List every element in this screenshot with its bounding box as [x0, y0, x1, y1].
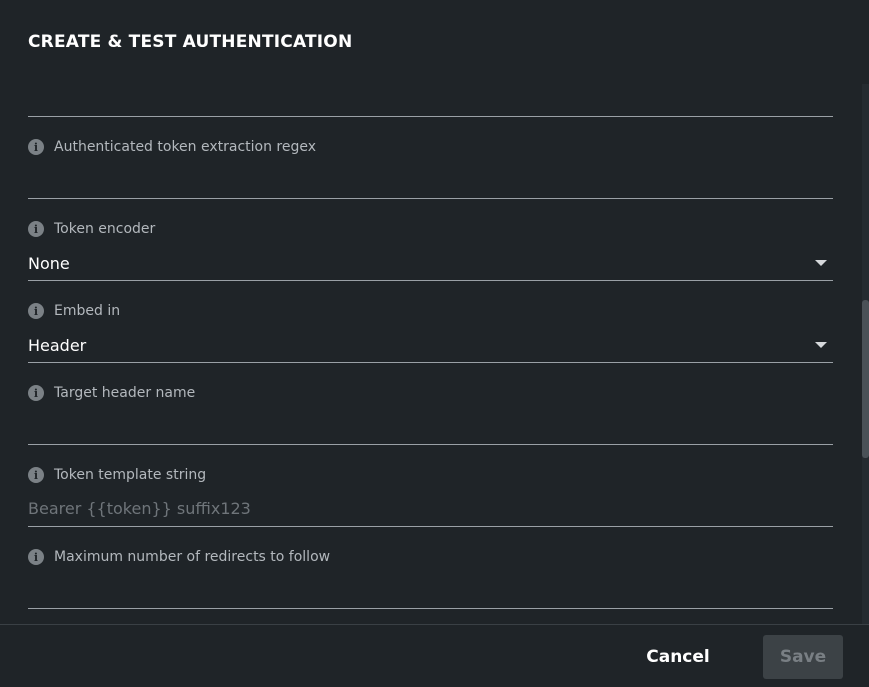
token-template-label: i Token template string	[28, 467, 206, 483]
embed-in-select[interactable]: Header	[28, 336, 86, 355]
info-icon[interactable]: i	[28, 385, 44, 401]
target-header-label: i Target header name	[28, 385, 195, 401]
info-icon[interactable]: i	[28, 221, 44, 237]
token-encoder-underline	[28, 280, 833, 281]
max-redirects-input[interactable]	[28, 580, 833, 606]
token-encoder-label-text: Token encoder	[54, 221, 156, 237]
embed-in-underline	[28, 362, 833, 363]
dialog-footer	[0, 624, 869, 687]
max-redirects-label: i Maximum number of redirects to follow	[28, 549, 330, 565]
info-icon[interactable]: i	[28, 303, 44, 319]
token-template-input[interactable]: Bearer {{token}} suffix123	[28, 499, 251, 518]
token-encoder-select[interactable]: None	[28, 254, 70, 273]
max-redirects-underline	[28, 608, 833, 609]
scrollbar-thumb[interactable]	[862, 300, 869, 458]
previous-field-underline	[28, 116, 833, 117]
form-scroll-area[interactable]: CREATE & TEST AUTHENTICATION i Authentic…	[0, 0, 869, 624]
token-regex-underline	[28, 198, 833, 199]
chevron-down-icon[interactable]	[815, 260, 827, 266]
chevron-down-icon[interactable]	[815, 342, 827, 348]
dialog-title: CREATE & TEST AUTHENTICATION	[28, 32, 353, 52]
embed-in-label: i Embed in	[28, 303, 120, 319]
target-header-label-text: Target header name	[54, 385, 196, 401]
info-icon[interactable]: i	[28, 139, 44, 155]
save-button[interactable]: Save	[763, 635, 843, 679]
target-header-underline	[28, 444, 833, 445]
token-regex-label: i Authenticated token extraction regex	[28, 139, 316, 155]
target-header-input[interactable]	[28, 416, 833, 442]
max-redirects-label-text: Maximum number of redirects to follow	[54, 549, 331, 565]
embed-in-label-text: Embed in	[54, 303, 121, 319]
info-icon[interactable]: i	[28, 467, 44, 483]
token-template-label-text: Token template string	[54, 467, 207, 483]
token-encoder-label: i Token encoder	[28, 221, 155, 237]
create-test-auth-dialog: CREATE & TEST AUTHENTICATION i Authentic…	[0, 0, 869, 687]
cancel-button[interactable]: Cancel	[638, 635, 718, 679]
token-regex-input[interactable]	[28, 170, 833, 196]
info-icon[interactable]: i	[28, 549, 44, 565]
token-regex-label-text: Authenticated token extraction regex	[54, 139, 317, 155]
token-template-underline	[28, 526, 833, 527]
